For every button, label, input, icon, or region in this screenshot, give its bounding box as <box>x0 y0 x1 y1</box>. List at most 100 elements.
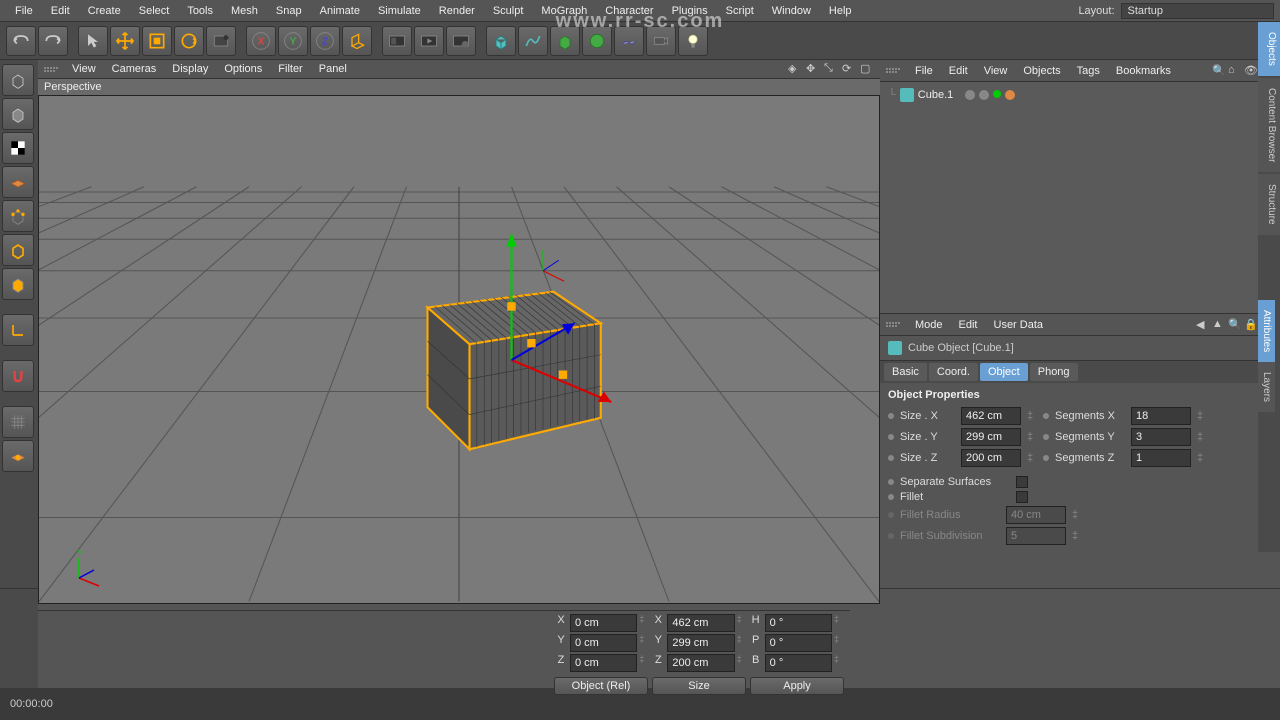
side-tab-structure[interactable]: Structure <box>1258 174 1280 235</box>
search-icon[interactable]: 🔍 <box>1212 64 1226 78</box>
select-tool[interactable] <box>78 26 108 56</box>
pos-x-input[interactable]: 0 cm <box>570 614 637 632</box>
vp-options[interactable]: Options <box>216 60 270 78</box>
segments-x-input[interactable]: 18 <box>1131 407 1191 425</box>
pos-y-input[interactable]: 0 cm <box>570 634 637 652</box>
back-icon[interactable]: ◀ <box>1196 318 1210 332</box>
rot-h-input[interactable]: 0 ° <box>765 614 832 632</box>
object-tree[interactable]: └ Cube.1 <box>880 82 1280 314</box>
menu-window[interactable]: Window <box>763 2 820 20</box>
home-icon[interactable]: ⌂ <box>1228 64 1242 78</box>
render-dot[interactable] <box>979 90 989 100</box>
coord-mode-button[interactable]: Object (Rel) <box>554 677 648 695</box>
obj-tags[interactable]: Tags <box>1070 62 1107 80</box>
polygons-mode-button[interactable] <box>2 268 34 300</box>
spline-button[interactable] <box>518 26 548 56</box>
size-y-input[interactable]: 299 cm <box>961 428 1021 446</box>
viewport-3d[interactable]: Y <box>38 95 880 604</box>
menu-tools[interactable]: Tools <box>178 2 222 20</box>
texture-mode-button[interactable] <box>2 132 34 164</box>
vp-view[interactable]: View <box>64 60 104 78</box>
vp-cameras[interactable]: Cameras <box>104 60 165 78</box>
pos-z-input[interactable]: 0 cm <box>570 654 637 672</box>
vp-nav-icon[interactable]: ◈ <box>788 62 802 76</box>
side-tab-attributes[interactable]: Attributes <box>1258 300 1275 362</box>
tab-object[interactable]: Object <box>980 363 1028 381</box>
rotate-tool[interactable] <box>174 26 204 56</box>
render-pv-button[interactable] <box>414 26 444 56</box>
fillet-checkbox[interactable] <box>1016 491 1028 503</box>
phong-tag-icon[interactable] <box>1005 90 1015 100</box>
rot-b-input[interactable]: 0 ° <box>765 654 832 672</box>
menu-animate[interactable]: Animate <box>311 2 369 20</box>
render-settings-button[interactable] <box>446 26 476 56</box>
menu-mograph[interactable]: MoGraph <box>532 2 596 20</box>
size-x-input[interactable]: 462 cm <box>961 407 1021 425</box>
menu-mesh[interactable]: Mesh <box>222 2 267 20</box>
camera-button[interactable] <box>646 26 676 56</box>
obj-bookmarks[interactable]: Bookmarks <box>1109 62 1178 80</box>
size-z-input2[interactable]: 200 cm <box>667 654 734 672</box>
tree-item-cube[interactable]: └ Cube.1 <box>884 86 1276 104</box>
snap-button[interactable] <box>2 360 34 392</box>
cube-object-viewport[interactable] <box>428 292 601 450</box>
attr-edit[interactable]: Edit <box>952 316 985 334</box>
vp-display[interactable]: Display <box>164 60 216 78</box>
size-z-input[interactable]: 200 cm <box>961 449 1021 467</box>
size-x-input2[interactable]: 462 cm <box>667 614 734 632</box>
up-icon[interactable]: ▲ <box>1212 318 1226 332</box>
menu-edit[interactable]: Edit <box>42 2 79 20</box>
menu-select[interactable]: Select <box>130 2 179 20</box>
attr-userdata[interactable]: User Data <box>987 316 1051 334</box>
apply-button[interactable]: Apply <box>750 677 844 695</box>
size-mode-button[interactable]: Size <box>652 677 746 695</box>
menu-character[interactable]: Character <box>596 2 662 20</box>
obj-edit[interactable]: Edit <box>942 62 975 80</box>
locked-workplane-button[interactable] <box>2 440 34 472</box>
undo-button[interactable] <box>6 26 36 56</box>
search2-icon[interactable]: 🔍 <box>1228 318 1242 332</box>
vp-move-icon[interactable]: ✥ <box>806 62 820 76</box>
light-button[interactable] <box>678 26 708 56</box>
menu-sculpt[interactable]: Sculpt <box>484 2 533 20</box>
z-axis-button[interactable]: Z <box>310 26 340 56</box>
vp-filter[interactable]: Filter <box>270 60 310 78</box>
vp-rotate-icon[interactable]: ⟳ <box>842 62 856 76</box>
last-tool[interactable] <box>206 26 236 56</box>
generator-button[interactable] <box>550 26 580 56</box>
points-mode-button[interactable] <box>2 200 34 232</box>
move-tool[interactable] <box>110 26 140 56</box>
visibility-dot[interactable] <box>965 90 975 100</box>
side-tab-objects[interactable]: Objects <box>1258 22 1280 76</box>
segments-z-input[interactable]: 1 <box>1131 449 1191 467</box>
segments-y-input[interactable]: 3 <box>1131 428 1191 446</box>
menu-render[interactable]: Render <box>430 2 484 20</box>
x-axis-button[interactable]: X <box>246 26 276 56</box>
menu-file[interactable]: File <box>6 2 42 20</box>
eye-icon[interactable]: 👁 <box>1244 64 1258 78</box>
y-axis-button[interactable]: Y <box>278 26 308 56</box>
menu-snap[interactable]: Snap <box>267 2 311 20</box>
primitive-cube-button[interactable] <box>486 26 516 56</box>
menu-help[interactable]: Help <box>820 2 861 20</box>
obj-view[interactable]: View <box>977 62 1015 80</box>
layout-dropdown[interactable]: Startup <box>1121 3 1274 19</box>
size-y-input2[interactable]: 299 cm <box>667 634 734 652</box>
redo-button[interactable] <box>38 26 68 56</box>
obj-file[interactable]: File <box>908 62 940 80</box>
menu-simulate[interactable]: Simulate <box>369 2 430 20</box>
separate-checkbox[interactable] <box>1016 476 1028 488</box>
model-mode-button[interactable] <box>2 98 34 130</box>
attr-mode[interactable]: Mode <box>908 316 950 334</box>
menu-plugins[interactable]: Plugins <box>663 2 717 20</box>
tab-phong[interactable]: Phong <box>1030 363 1078 381</box>
vp-zoom-icon[interactable]: ⤡ <box>824 62 838 76</box>
enable-dot[interactable] <box>993 90 1001 98</box>
tab-basic[interactable]: Basic <box>884 363 927 381</box>
vp-toggle-icon[interactable]: ▢ <box>860 62 874 76</box>
side-tab-layers[interactable]: Layers <box>1258 362 1275 412</box>
side-tab-content[interactable]: Content Browser <box>1258 78 1280 172</box>
axis-button[interactable] <box>2 314 34 346</box>
scale-tool[interactable] <box>142 26 172 56</box>
rot-p-input[interactable]: 0 ° <box>765 634 832 652</box>
